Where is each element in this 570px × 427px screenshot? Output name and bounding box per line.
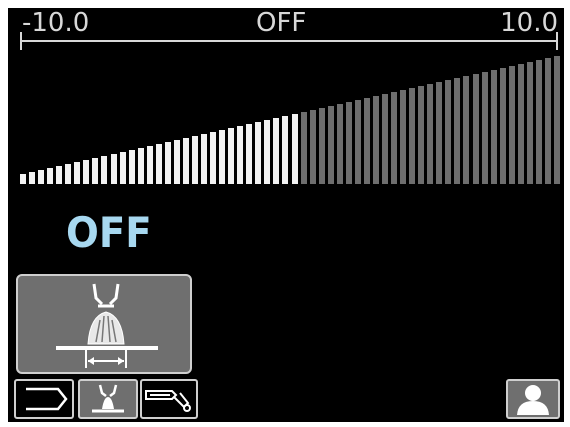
bar-segment xyxy=(337,104,343,184)
bar-segment xyxy=(101,156,107,184)
bar-segment xyxy=(83,160,89,184)
welding-process-icon xyxy=(92,384,124,413)
bar-segment xyxy=(473,74,479,184)
bar-segment xyxy=(536,60,542,184)
bar-segment xyxy=(29,172,35,184)
bar-segment xyxy=(364,98,370,184)
bar-segment xyxy=(174,140,180,184)
bar-segment xyxy=(319,108,325,184)
bar-graph[interactable] xyxy=(20,48,560,184)
parameter-value: OFF xyxy=(66,208,152,257)
bar-segment xyxy=(74,162,80,184)
bar-segment xyxy=(436,82,442,184)
bar-segment xyxy=(138,148,144,184)
scale-max-label: 10.0 xyxy=(500,8,558,38)
bar-segment xyxy=(301,112,307,184)
bar-segment xyxy=(355,100,361,184)
user-profile-button[interactable] xyxy=(506,379,560,419)
bar-segment xyxy=(500,68,506,184)
bar-segment xyxy=(527,62,533,184)
bar-segment xyxy=(56,166,62,184)
bar-segment xyxy=(273,118,279,184)
bar-segment xyxy=(373,96,379,184)
bar-segment xyxy=(165,142,171,184)
bar-segment xyxy=(418,86,424,184)
bar-segment xyxy=(310,110,316,184)
tab-back[interactable] xyxy=(14,379,74,419)
bar-segment xyxy=(445,80,451,184)
display-screen: -10.0 OFF 10.0 OFF xyxy=(8,8,564,422)
bar-segment xyxy=(491,70,497,184)
bar-segment xyxy=(454,78,460,184)
bar-segment xyxy=(554,56,560,184)
scale-line xyxy=(20,40,558,42)
bar-segment xyxy=(228,128,234,184)
bar-segment xyxy=(219,130,225,184)
bar-segment xyxy=(111,154,117,184)
bar-segment xyxy=(346,102,352,184)
scale-center-label: OFF xyxy=(256,8,307,38)
bar-segment xyxy=(400,90,406,184)
bar-segment xyxy=(192,136,198,184)
weld-parameter-button[interactable] xyxy=(16,274,192,374)
back-arrow-tab-icon xyxy=(26,387,68,411)
bar-segment xyxy=(292,114,298,184)
bar-segment xyxy=(210,132,216,184)
weld-bead-width-icon xyxy=(56,283,158,368)
bar-segment xyxy=(264,120,270,184)
bar-segment xyxy=(120,152,126,184)
bar-segment xyxy=(156,144,162,184)
bar-segment xyxy=(409,88,415,184)
bar-segment xyxy=(482,72,488,184)
bar-segment xyxy=(92,158,98,184)
bar-segment xyxy=(201,134,207,184)
bar-segment xyxy=(328,106,334,184)
bar-segment xyxy=(382,94,388,184)
scale-min-label: -10.0 xyxy=(22,8,90,38)
bar-segment xyxy=(129,150,135,184)
bar-segment xyxy=(463,76,469,184)
user-profile-icon xyxy=(517,385,549,415)
bar-segment xyxy=(20,174,26,184)
bar-segment xyxy=(47,168,53,184)
bar-segment xyxy=(427,84,433,184)
bar-segment xyxy=(38,170,44,184)
torch-icon xyxy=(145,390,191,412)
bar-segment xyxy=(509,66,515,184)
bar-segment xyxy=(518,64,524,184)
bar-segment xyxy=(65,164,71,184)
bar-segment xyxy=(545,58,551,184)
tab-torch[interactable] xyxy=(140,379,198,419)
bar-segment xyxy=(246,124,252,184)
bar-segment xyxy=(255,122,261,184)
bar-segment xyxy=(237,126,243,184)
bar-segment xyxy=(183,138,189,184)
bar-segment xyxy=(282,116,288,184)
bar-segment xyxy=(147,146,153,184)
tab-welding-process[interactable] xyxy=(78,379,138,419)
bar-segment xyxy=(391,92,397,184)
